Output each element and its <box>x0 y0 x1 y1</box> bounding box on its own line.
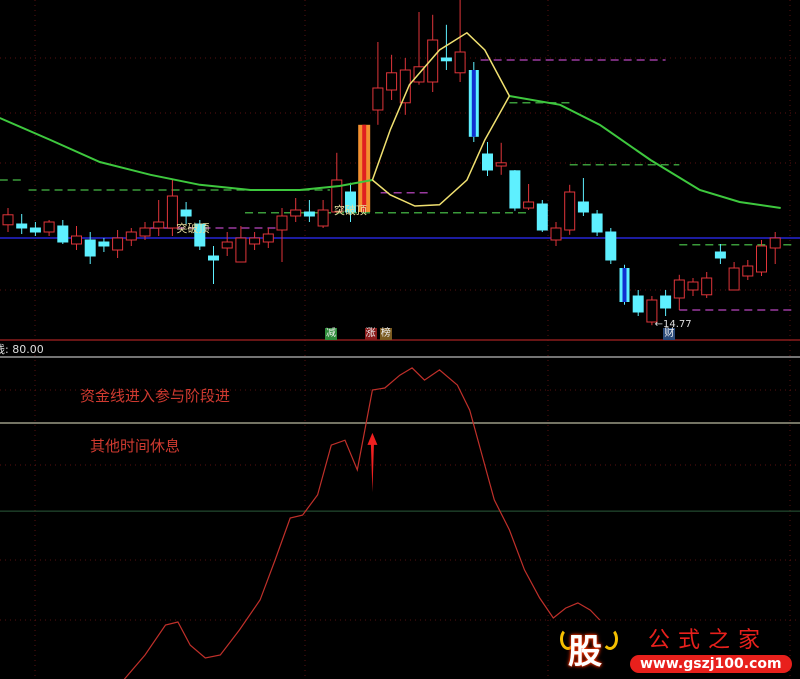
ma-line <box>0 117 373 191</box>
candle-up <box>139 227 151 237</box>
candle-down <box>84 239 96 257</box>
candle-up <box>495 162 507 167</box>
candle-down <box>509 170 521 209</box>
candle-down <box>16 223 28 229</box>
candle-down <box>660 295 672 309</box>
candle-down <box>180 209 192 217</box>
candle-down <box>440 57 452 62</box>
candle-up <box>43 221 55 233</box>
signal-bar-core <box>471 70 476 137</box>
candle-up <box>221 241 233 249</box>
chart-canvas <box>0 0 800 679</box>
candle-up <box>262 233 274 243</box>
event-badge: 涨 <box>364 328 377 340</box>
candle-up <box>687 281 699 291</box>
candle-up <box>742 265 754 277</box>
candle-up <box>2 214 14 226</box>
candle-down <box>714 251 726 259</box>
candle-up <box>125 231 137 241</box>
candle-up <box>276 215 288 231</box>
candle-down <box>208 255 219 261</box>
candle-down <box>605 231 617 261</box>
candle-up <box>249 237 261 245</box>
annotation-enter: 资金线进入参与阶段进 <box>80 387 231 405</box>
bull-logo-icon: 股 <box>568 632 602 672</box>
candle-up <box>769 237 781 249</box>
candle-up <box>372 87 384 111</box>
candle-up <box>71 235 82 245</box>
site-name: 公式之家 <box>648 628 769 653</box>
up-arrow-icon <box>367 432 378 493</box>
breakout-label: 突破顶 <box>176 222 210 235</box>
candle-up <box>235 237 247 263</box>
candle-down <box>482 153 493 171</box>
sub-panel-header: 线: 80.00 <box>0 343 44 356</box>
candle-up <box>153 221 165 229</box>
stock-chart: 突破顶突破顶←14.77减涨榜财 线: 80.00 资金线进入参与阶段进 其他时… <box>0 0 800 679</box>
candle-up <box>701 277 713 296</box>
candle-up <box>756 245 767 273</box>
candle-up <box>523 201 535 209</box>
candle-up <box>454 51 466 74</box>
candle-up <box>386 72 398 91</box>
event-badge: 榜 <box>379 328 392 340</box>
capital-line <box>123 367 601 679</box>
watermark-logo: 股 公式之家 www.gszj100.com <box>558 620 800 679</box>
candle-up <box>317 209 329 227</box>
candle-up <box>728 267 740 291</box>
signal-bar-core <box>362 124 367 212</box>
candle-down <box>303 211 315 217</box>
site-url: www.gszj100.com <box>630 655 792 673</box>
candle-up <box>673 279 685 299</box>
candle-up <box>564 191 576 231</box>
candle-down <box>577 201 589 213</box>
candle-down <box>29 227 41 233</box>
annotation-rest: 其他时间休息 <box>90 437 181 455</box>
candle-down <box>57 225 69 243</box>
candle-down <box>536 203 548 231</box>
candle-up <box>290 209 302 217</box>
candle-up <box>112 237 124 251</box>
candle-down <box>98 241 110 247</box>
signal-bar-core <box>622 268 627 302</box>
candle-up <box>550 227 562 241</box>
event-badge: 减 <box>324 328 337 340</box>
candle-down <box>591 213 603 233</box>
breakout-label: 突破顶 <box>333 204 367 217</box>
candle-down <box>632 295 644 313</box>
event-badge: 财 <box>663 328 676 340</box>
